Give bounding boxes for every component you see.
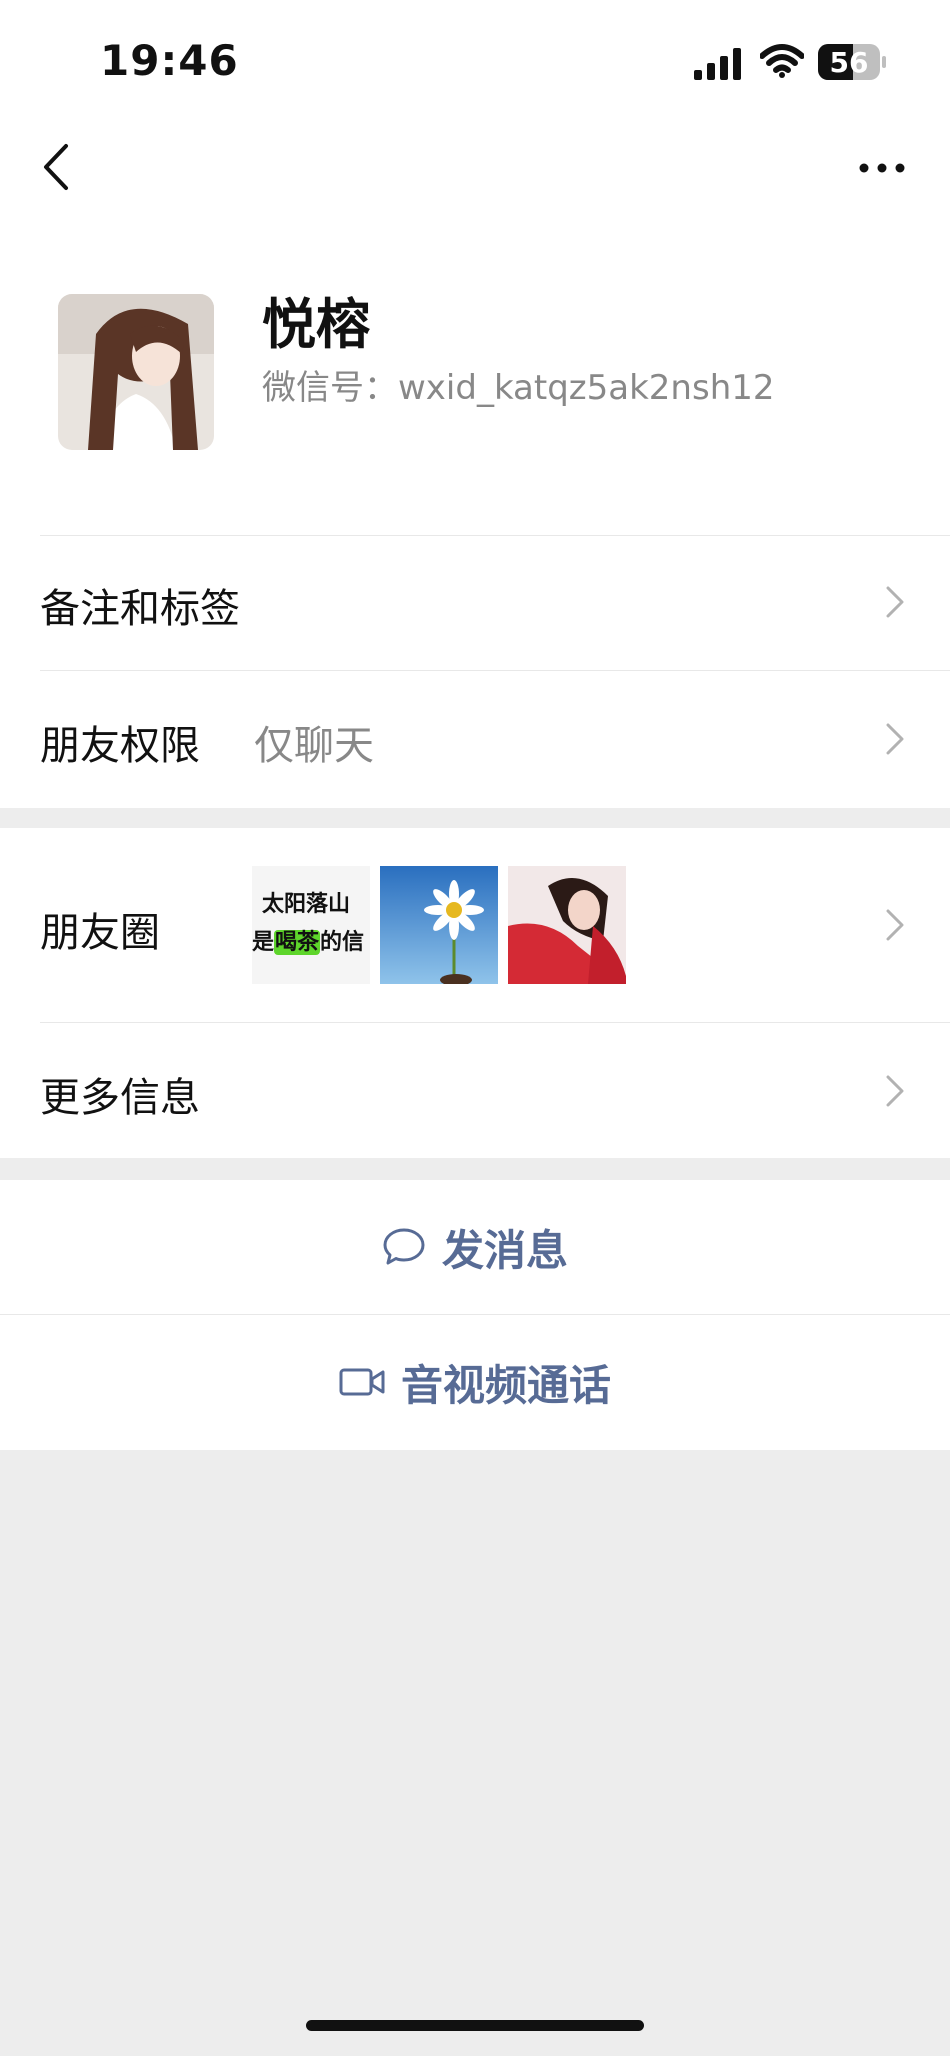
moments-thumbnail-flower bbox=[380, 866, 498, 984]
cellular-signal-icon bbox=[694, 48, 741, 80]
wechat-id: 微信号：wxid_katqz5ak2nsh12 bbox=[262, 368, 775, 408]
chevron-right-icon bbox=[886, 1075, 904, 1107]
thumbnail-caption: 是喝茶的信 bbox=[252, 930, 365, 955]
chevron-right-icon bbox=[886, 586, 904, 618]
remarks-and-tags-row[interactable]: 备注和标签 bbox=[0, 536, 950, 670]
wifi-icon bbox=[760, 44, 804, 78]
section-gap bbox=[0, 1158, 950, 1180]
send-message-button[interactable]: 发消息 bbox=[0, 1180, 950, 1314]
remarks-and-tags-label: 备注和标签 bbox=[40, 586, 240, 632]
video-camera-icon bbox=[339, 1368, 385, 1396]
moments-label: 朋友圈 bbox=[40, 910, 160, 956]
moments-thumbnail-text: 太阳落山 是喝茶的信 bbox=[252, 866, 370, 984]
more-options-icon[interactable] bbox=[858, 158, 906, 178]
battery-icon: 56 bbox=[818, 44, 886, 80]
more-info-label: 更多信息 bbox=[40, 1075, 200, 1121]
thumbnail-caption: 太阳落山 bbox=[262, 892, 351, 917]
chevron-right-icon bbox=[886, 723, 904, 755]
video-call-label: 音视频通话 bbox=[400, 1360, 611, 1410]
status-bar: 19:46 56 bbox=[0, 0, 950, 120]
section-gap bbox=[0, 808, 950, 828]
home-indicator[interactable] bbox=[306, 2020, 644, 2031]
more-info-row[interactable]: 更多信息 bbox=[0, 1023, 950, 1158]
friend-permissions-row[interactable]: 朋友权限 仅聊天 bbox=[0, 671, 950, 805]
avatar[interactable] bbox=[58, 294, 214, 450]
friend-permissions-value: 仅聊天 bbox=[254, 723, 374, 769]
chevron-right-icon bbox=[886, 909, 904, 941]
battery-percent: 56 bbox=[829, 46, 869, 79]
send-message-label: 发消息 bbox=[441, 1225, 568, 1275]
video-call-button[interactable]: 音视频通话 bbox=[0, 1315, 950, 1449]
profile-name: 悦榕 bbox=[262, 293, 370, 356]
back-icon[interactable] bbox=[38, 142, 78, 192]
friend-permissions-label: 朋友权限 bbox=[40, 723, 200, 769]
moments-thumbnail-portrait bbox=[508, 866, 626, 984]
status-time: 19:46 bbox=[100, 36, 239, 85]
chat-bubble-icon bbox=[383, 1228, 425, 1265]
